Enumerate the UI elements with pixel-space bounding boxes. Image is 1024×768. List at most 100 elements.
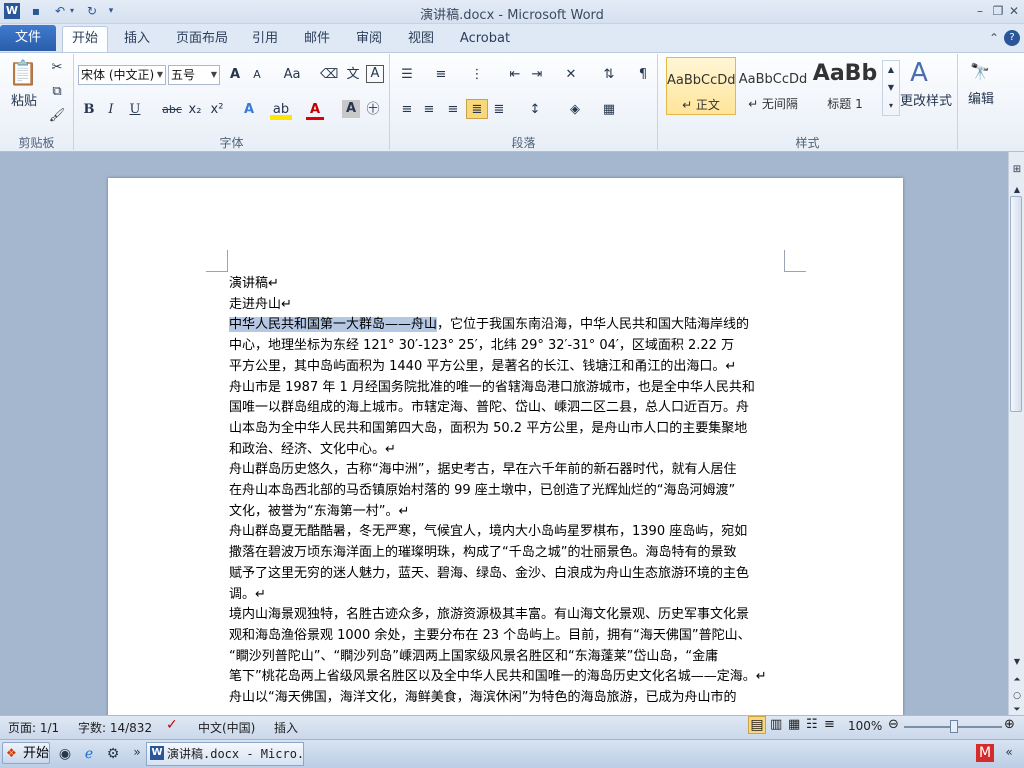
tab-home[interactable]: 开始 <box>62 26 108 52</box>
document-line[interactable]: 赋予了这里无穷的迷人魅力，蓝天、碧海、绿岛、金沙、白浪成为舟山生态旅游环境的主色 <box>229 564 749 584</box>
draft-icon[interactable]: ≡ <box>824 717 835 732</box>
clear-formatting-icon[interactable]: ⌫ <box>320 65 338 85</box>
document-line[interactable]: 舟山以“海天佛国，海洋文化，海鲜美食，海滨休闲”为特色的海岛旅游，已成为舟山市的 <box>229 688 736 708</box>
subscript-button[interactable]: x₂ <box>186 100 204 120</box>
document-line[interactable]: “瞷沙列普陀山”、“瞷沙列岛”嵊泗两上国家级风景名胜区和“东海蓬莱”岱山岛，“金… <box>229 647 718 667</box>
quicklaunch-app-icon[interactable]: ◉ <box>56 744 74 764</box>
decrease-indent-icon[interactable]: ⇤ <box>506 65 524 85</box>
document-line[interactable]: 国唯一以群岛组成的海上城市。市辖定海、普陀、岱山、嵊泗二区二县，总人口近百万。舟 <box>229 398 749 418</box>
web-layout-icon[interactable]: ▦ <box>788 717 800 732</box>
italic-button[interactable]: I <box>102 100 120 120</box>
align-right-icon[interactable]: ≡ <box>444 100 462 120</box>
selected-text[interactable]: 中华人民共和国第一大群岛——舟山 <box>229 317 438 333</box>
document-line[interactable]: 境内山海景观独特，名胜古迹众多，旅游资源极其丰富。有山海文化景观、历史军事文化景 <box>229 605 749 625</box>
more-quicklaunch-icon[interactable]: » <box>128 742 146 762</box>
minimize-icon[interactable]: – <box>972 3 988 19</box>
print-layout-icon[interactable]: ▤ <box>748 716 766 734</box>
borders-icon[interactable]: ▦ <box>600 100 618 120</box>
document-line[interactable]: 中心，地理坐标为东经 121° 30′-123° 25′，北纬 29° 32′-… <box>229 336 734 356</box>
align-left-icon[interactable]: ≡ <box>398 100 416 120</box>
align-center-icon[interactable]: ≡ <box>420 100 438 120</box>
cut-icon[interactable]: ✂ <box>48 58 66 78</box>
zoom-in-icon[interactable]: ⊕ <box>1004 717 1015 732</box>
shading-icon[interactable]: ◈ <box>566 100 584 120</box>
phonetic-guide-icon[interactable]: 文 <box>344 65 362 85</box>
tab-review[interactable]: 审阅 <box>350 29 388 49</box>
document-line[interactable]: 演讲稿↵ <box>229 274 279 294</box>
underline-button[interactable]: U <box>126 100 144 120</box>
page-count[interactable]: 页面: 1/1 <box>8 719 59 736</box>
editing-button[interactable]: 编辑 <box>964 90 998 110</box>
zoom-slider-handle[interactable] <box>950 720 958 733</box>
character-border-icon[interactable]: A <box>366 65 384 83</box>
tab-file[interactable]: 文件 <box>0 25 56 51</box>
tray-expand-icon[interactable]: « <box>1000 742 1018 762</box>
word-count[interactable]: 字数: 14/832 <box>78 719 152 736</box>
styles-scroll-icon[interactable]: ▲ ▼ ▾ <box>882 60 900 116</box>
redo-icon[interactable]: ↻ <box>84 3 100 19</box>
undo-icon[interactable]: ↶ <box>52 3 68 19</box>
highlight-button[interactable]: ab <box>270 100 292 120</box>
document-line[interactable]: 山本岛为全中华人民共和国第四大岛，面积为 50.2 平方公里，是舟山市人口的主要… <box>229 419 747 439</box>
copy-icon[interactable]: ⧉ <box>48 82 66 102</box>
grow-font-button[interactable]: A <box>226 65 244 85</box>
document-line[interactable]: 在舟山本岛西北部的马岙镇原始村落的 99 座土墩中，已创造了光辉灿烂的“海岛河姆… <box>229 481 735 501</box>
insert-mode[interactable]: 插入 <box>274 719 298 736</box>
tray-app-icon[interactable]: M <box>976 744 994 762</box>
clipboard-icon[interactable]: 📋 <box>8 58 38 88</box>
tab-view[interactable]: 视图 <box>402 29 440 49</box>
document-line[interactable]: 观和海岛渔俗景观 1000 余处，主要分布在 23 个岛屿上。目前，拥有“海天佛… <box>229 626 751 646</box>
bold-button[interactable]: B <box>80 100 98 120</box>
customize-qat-icon[interactable]: ▾ <box>106 3 116 19</box>
tab-insert[interactable]: 插入 <box>118 29 156 49</box>
outline-icon[interactable]: ☷ <box>806 717 818 732</box>
line-spacing-icon[interactable]: ↕ <box>526 100 544 120</box>
document-line[interactable]: 和政治、经济、文化中心。↵ <box>229 440 396 460</box>
font-name-dropdown[interactable]: 宋体 (中文正) ▼ <box>78 65 166 85</box>
scroll-thumb[interactable] <box>1010 196 1022 412</box>
paste-button[interactable]: 粘贴 <box>6 92 42 112</box>
restore-icon[interactable]: ❐ <box>990 3 1006 19</box>
superscript-button[interactable]: x² <box>208 100 226 120</box>
document-line[interactable]: 调。↵ <box>229 585 266 605</box>
enclose-characters-icon[interactable]: ㊉ <box>364 100 382 120</box>
numbering-icon[interactable]: ≡ <box>432 65 450 85</box>
collapse-ribbon-icon[interactable]: ⌃ <box>986 30 1002 46</box>
style-normal[interactable]: AaBbCcDd ↵ 正文 <box>666 57 736 115</box>
document-line[interactable]: 中华人民共和国第一大群岛——舟山，它位于我国东南沿海，中华人民共和国大陆海岸线的 <box>229 315 749 335</box>
document-line[interactable]: 走进舟山↵ <box>229 295 292 315</box>
tab-acrobat[interactable]: Acrobat <box>456 29 514 49</box>
format-painter-icon[interactable]: 🖌 <box>48 106 66 126</box>
ie-icon[interactable]: ℯ <box>80 744 98 764</box>
character-shading-icon[interactable]: A <box>342 100 360 118</box>
zoom-out-icon[interactable]: ⊖ <box>888 717 899 732</box>
distributed-icon[interactable]: ≣ <box>490 100 508 120</box>
document-line[interactable]: 平方公里，其中岛屿面积为 1440 平方公里，是著名的长江、钱塘江和甬江的出海口… <box>229 357 736 377</box>
tab-page-layout[interactable]: 页面布局 <box>172 29 232 49</box>
sort-icon[interactable]: ⇅ <box>600 65 618 85</box>
show-marks-icon[interactable]: ¶ <box>634 65 652 85</box>
zoom-level[interactable]: 100% <box>848 719 882 733</box>
save-icon[interactable]: ▪ <box>28 3 44 19</box>
tab-mailings[interactable]: 邮件 <box>298 29 336 49</box>
ruler-toggle-icon[interactable]: ⊞ <box>1008 160 1024 180</box>
text-effects-icon[interactable]: A <box>240 100 258 120</box>
tab-references[interactable]: 引用 <box>246 29 284 49</box>
document-line[interactable]: 笔下”桃花岛两上省级风景名胜区以及全中华人民共和国唯一的海岛历史文化名城——定海… <box>229 667 767 687</box>
full-screen-reading-icon[interactable]: ▥ <box>770 717 782 732</box>
font-size-dropdown[interactable]: 五号 ▼ <box>168 65 220 85</box>
quicklaunch-tool-icon[interactable]: ⚙ <box>104 744 122 764</box>
proofing-icon[interactable]: ✓ <box>166 717 178 733</box>
document-line[interactable]: 舟山市是 1987 年 1 月经国务院批准的唯一的省辖海岛港口旅游城市，也是全中… <box>229 378 755 398</box>
change-styles-button[interactable]: 更改样式 <box>900 92 952 112</box>
help-icon[interactable]: ? <box>1004 30 1020 46</box>
increase-indent-icon[interactable]: ⇥ <box>528 65 546 85</box>
style-heading-1[interactable]: AaBb 标题 1 <box>810 57 880 115</box>
style-no-spacing[interactable]: AaBbCcDd ↵ 无间隔 <box>738 57 808 115</box>
document-line[interactable]: 舟山群岛夏无酷酷暑，冬无严寒，气候宜人，境内大小岛屿星罗棋布，1390 座岛屿，… <box>229 522 747 542</box>
bullets-icon[interactable]: ☰ <box>398 65 416 85</box>
multilevel-list-icon[interactable]: ⋮ <box>468 65 486 85</box>
scroll-down-icon[interactable]: ▼ <box>1008 652 1024 672</box>
language-indicator[interactable]: 中文(中国) <box>198 719 255 736</box>
change-case-button[interactable]: Aa <box>280 65 304 85</box>
